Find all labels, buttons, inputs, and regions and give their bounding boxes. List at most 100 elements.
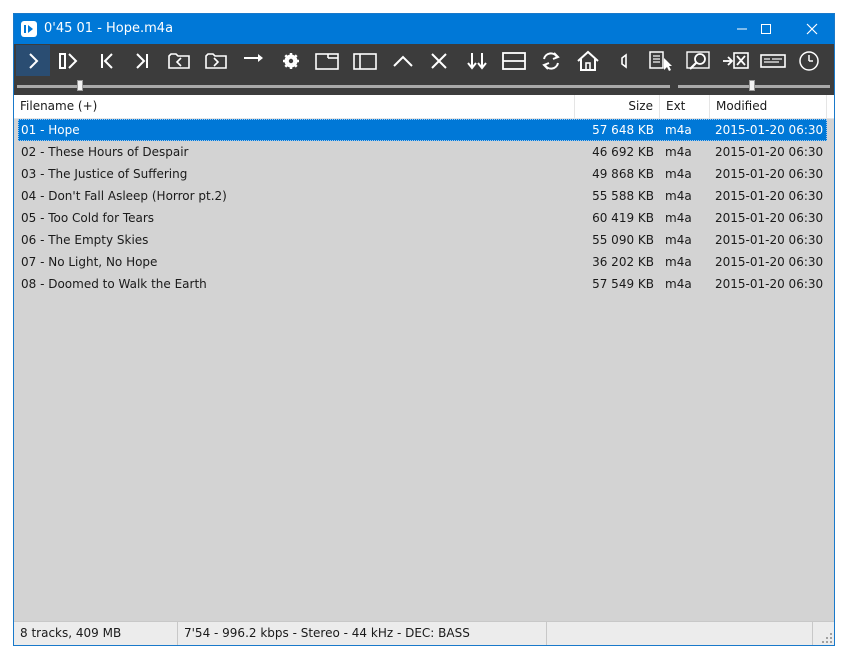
volume-button[interactable] — [608, 45, 642, 76]
play-button[interactable] — [16, 45, 50, 76]
track-modified: 2015-01-20 06:30 — [715, 211, 824, 225]
folder-forward-icon — [205, 52, 227, 69]
slider-row — [14, 78, 834, 95]
arrow-right-icon — [244, 53, 263, 62]
title-bar[interactable]: 0'45 01 - Hope.m4a — [14, 14, 834, 44]
column-modified[interactable]: Modified — [710, 95, 827, 118]
track-name: 04 - Don't Fall Asleep (Horror pt.2) — [21, 189, 227, 203]
track-ext: m4a — [665, 277, 692, 291]
status-bar: 8 tracks, 409 MB 7'54 - 996.2 kbps - Ste… — [14, 621, 834, 645]
maximize-button[interactable] — [743, 14, 789, 44]
move-up-button[interactable] — [386, 45, 420, 76]
next-track-icon — [136, 52, 148, 69]
seek-slider-thumb[interactable] — [77, 80, 84, 91]
column-filename[interactable]: Filename (+) — [14, 95, 575, 118]
track-modified: 2015-01-20 06:30 — [715, 123, 824, 137]
playlist-cursor-icon — [649, 50, 672, 71]
table-row[interactable]: 06 - The Empty Skies 55 090 KB m4a 2015-01-… — [18, 229, 827, 251]
home-button[interactable] — [571, 45, 605, 76]
table-row[interactable]: 08 - Doomed to Walk the Earth 57 549 KB m4… — [18, 273, 827, 295]
column-size[interactable]: Size — [575, 95, 660, 118]
track-size: 46 692 KB — [592, 145, 654, 159]
keyboard-button[interactable] — [756, 45, 790, 76]
track-ext: m4a — [665, 123, 692, 137]
sidebar-toggle-button[interactable] — [348, 45, 382, 76]
table-row[interactable]: 04 - Don't Fall Asleep (Horror pt.2) 55 5… — [18, 185, 827, 207]
track-ext: m4a — [665, 145, 692, 159]
track-size: 49 868 KB — [592, 167, 654, 181]
track-name: 01 - Hope — [21, 123, 80, 137]
search-icon — [686, 50, 710, 70]
gear-icon — [283, 52, 299, 69]
table-row[interactable]: 02 - These Hours of Despair 46 692 KB m4a 2… — [18, 141, 827, 163]
track-modified: 2015-01-20 06:30 — [715, 277, 824, 291]
track-size: 55 588 KB — [592, 189, 654, 203]
goto-button[interactable] — [237, 45, 271, 76]
resize-grip-icon[interactable] — [822, 633, 832, 643]
status-extra — [547, 622, 813, 645]
table-row[interactable]: 01 - Hope 57 648 KB m4a 2015-01-20 06:30 — [18, 119, 827, 141]
next-track-button[interactable] — [125, 45, 159, 76]
home-icon — [577, 50, 599, 71]
table-row[interactable]: 05 - Too Cold for Tears 60 419 KB m4a 2015-… — [18, 207, 827, 229]
track-ext: m4a — [665, 233, 692, 247]
track-ext: m4a — [665, 167, 692, 181]
previous-track-button[interactable] — [90, 45, 124, 76]
folder-back-button[interactable] — [162, 45, 196, 76]
sidebar-icon — [353, 52, 377, 70]
repeat-icon — [542, 51, 560, 70]
play-pause-icon — [59, 52, 78, 69]
status-info: 7'54 - 996.2 kbps - Stereo - 44 kHz - DE… — [178, 622, 547, 645]
track-name: 03 - The Justice of Suffering — [21, 167, 188, 181]
repeat-button[interactable] — [534, 45, 568, 76]
column-ext[interactable]: Ext — [660, 95, 710, 118]
status-summary: 8 tracks, 409 MB — [14, 622, 178, 645]
settings-button[interactable] — [274, 45, 308, 76]
track-name: 05 - Too Cold for Tears — [21, 211, 155, 225]
track-ext: m4a — [665, 189, 692, 203]
playlist-select-button[interactable] — [644, 45, 678, 76]
track-name: 07 - No Light, No Hope — [21, 255, 158, 269]
remove-file-button[interactable] — [719, 45, 753, 76]
volume-slider-thumb[interactable] — [749, 80, 756, 91]
play-pause-button[interactable] — [52, 45, 86, 76]
sort-icon — [467, 52, 487, 70]
track-size: 55 090 KB — [592, 233, 654, 247]
track-modified: 2015-01-20 06:30 — [715, 145, 824, 159]
track-name: 06 - The Empty Skies — [21, 233, 149, 247]
track-size: 60 419 KB — [592, 211, 654, 225]
column-header: Filename (+) Size Ext Modified — [14, 95, 834, 119]
app-icon[interactable] — [21, 21, 37, 37]
maximize-icon — [761, 24, 771, 34]
track-size: 57 648 KB — [592, 123, 654, 137]
previous-track-icon — [101, 52, 113, 69]
track-modified: 2015-01-20 06:30 — [715, 255, 824, 269]
play-icon — [29, 52, 39, 69]
close-x-icon — [431, 52, 447, 69]
close-icon — [806, 23, 818, 35]
track-ext: m4a — [665, 211, 692, 225]
speaker-icon — [621, 52, 627, 69]
sort-button[interactable] — [460, 45, 494, 76]
track-modified: 2015-01-20 06:30 — [715, 167, 824, 181]
track-ext: m4a — [665, 255, 692, 269]
table-row[interactable]: 03 - The Justice of Suffering 49 868 KB m4… — [18, 163, 827, 185]
window-title: 0'45 01 - Hope.m4a — [44, 21, 174, 36]
remove-button[interactable] — [422, 45, 456, 76]
table-row[interactable]: 07 - No Light, No Hope 36 202 KB m4a 2015-0… — [18, 251, 827, 273]
timer-button[interactable] — [792, 45, 826, 76]
player-window: 0'45 01 - Hope.m4a Filename (+) Size Ext… — [13, 13, 835, 646]
search-button[interactable] — [681, 45, 715, 76]
track-name: 08 - Doomed to Walk the Earth — [21, 277, 207, 291]
toolbar — [14, 44, 834, 78]
track-modified: 2015-01-20 06:30 — [715, 189, 824, 203]
track-size: 57 549 KB — [592, 277, 654, 291]
folder-back-icon — [168, 52, 190, 69]
clock-icon — [799, 50, 819, 71]
split-view-button[interactable] — [497, 45, 531, 76]
keyboard-icon — [760, 53, 786, 68]
close-button[interactable] — [789, 14, 835, 44]
folder-forward-button[interactable] — [199, 45, 233, 76]
window-mode-button[interactable] — [310, 45, 344, 76]
seek-slider[interactable] — [17, 85, 670, 88]
